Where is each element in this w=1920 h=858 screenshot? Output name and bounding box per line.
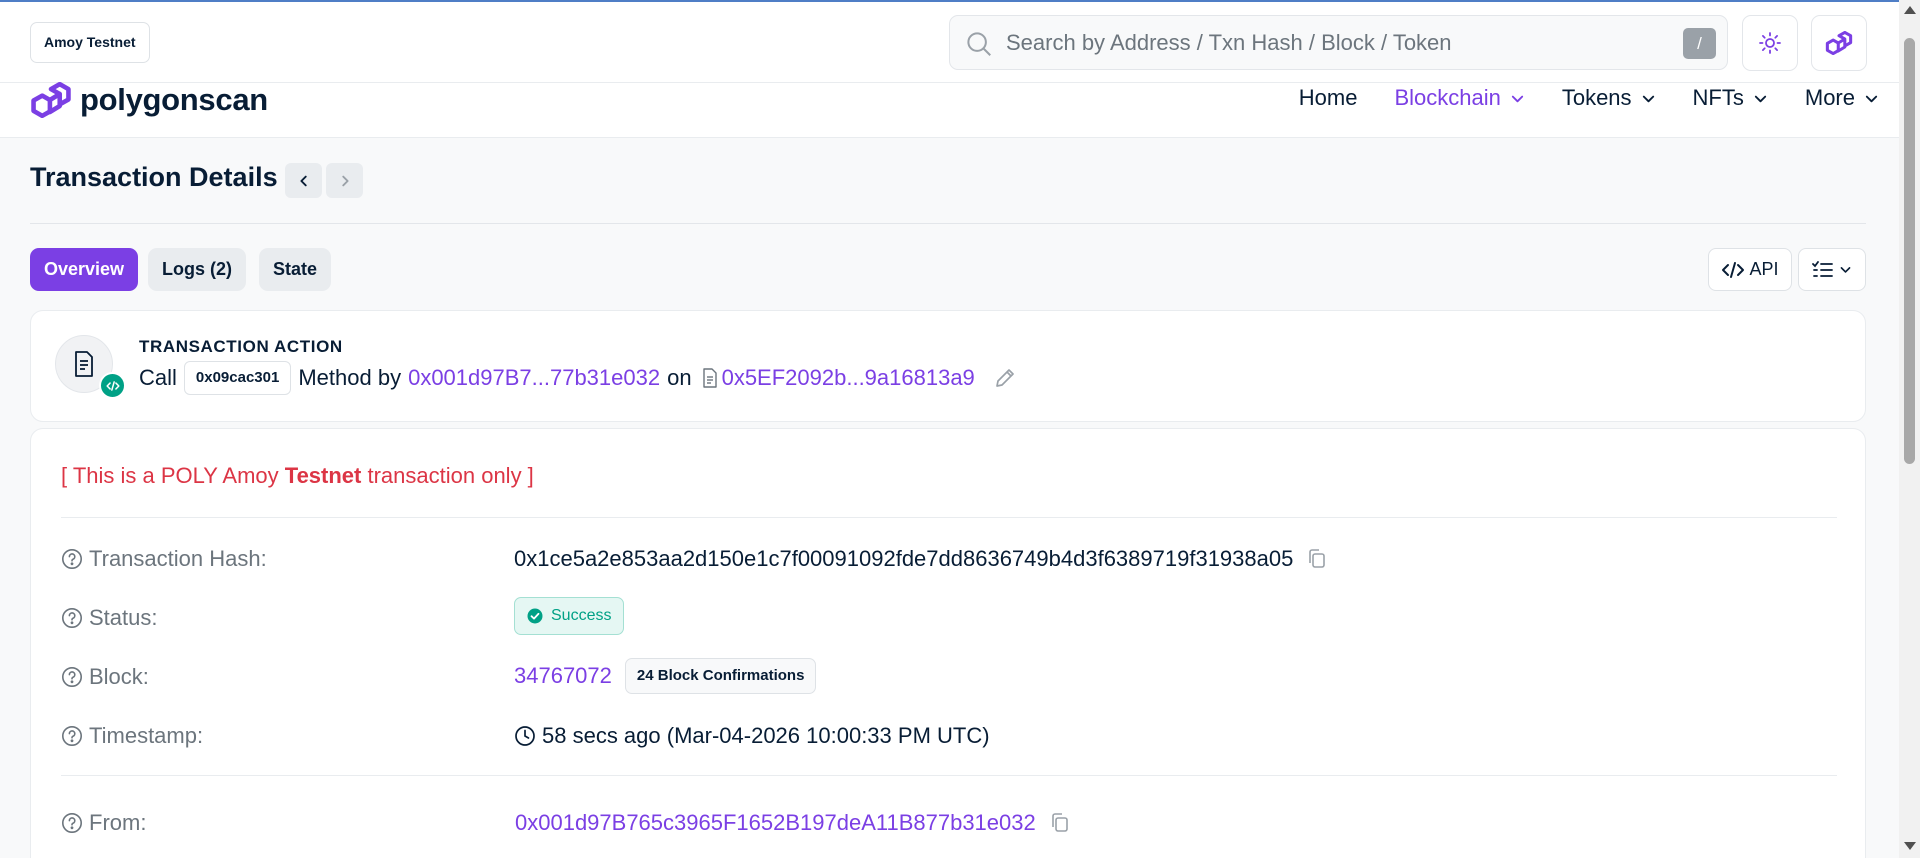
main-navbar: polygonscan Home Blockchain Tokens NFTs … <box>0 82 1899 138</box>
copy-icon[interactable] <box>1307 548 1327 570</box>
nav-item-label: NFTs <box>1692 85 1744 110</box>
clock-icon <box>515 726 535 746</box>
search-icon <box>967 32 991 56</box>
timestamp-label: Timestamp: <box>89 723 204 748</box>
scroll-up-arrow[interactable] <box>1904 6 1916 14</box>
brand-name: polygonscan <box>80 82 268 117</box>
brand-logo[interactable]: polygonscan <box>30 82 268 118</box>
status-badge-label: Success <box>551 607 612 624</box>
nav-item-home[interactable]: Home <box>1299 85 1358 111</box>
action-on-text: on <box>667 365 692 390</box>
transaction-action-summary: Call 0x09cac301 Method by 0x001d97B7...7… <box>139 361 1017 395</box>
nav-item-more[interactable]: More <box>1805 85 1879 111</box>
block-value-row: 34767072 24 Block Confirmations <box>514 658 817 694</box>
page-title: Transaction Details <box>30 162 278 192</box>
search-shortcut-key: / <box>1683 28 1716 59</box>
next-transaction-button[interactable] <box>326 163 363 198</box>
tab-state[interactable]: State <box>259 248 332 291</box>
tab-logs[interactable]: Logs (2) <box>148 248 246 291</box>
chevron-down-icon <box>1511 95 1523 102</box>
tx-hash-label: Transaction Hash: <box>89 546 267 571</box>
help-circle-icon[interactable] <box>61 666 83 688</box>
timestamp-label-row: Timestamp: <box>61 723 203 749</box>
status-label: Status: <box>89 605 158 630</box>
page-viewport: Amoy Testnet / <box>0 0 1899 858</box>
code-badge-icon <box>99 372 126 399</box>
api-button[interactable]: API <box>1708 248 1792 291</box>
nav-item-label: Tokens <box>1561 85 1632 110</box>
polygon-logo-icon <box>31 82 71 118</box>
timestamp-value-row: 58 secs ago (Mar-04-2026 10:00:33 PM UTC… <box>514 723 990 749</box>
from-address-link[interactable]: 0x001d97B765c3965F1652B197deA11B877b31e0… <box>515 810 1036 836</box>
row-divider <box>61 775 1837 776</box>
api-button-label: API <box>1749 259 1779 279</box>
action-contract-address-link[interactable]: 0x5EF2092b...9a16813a9 <box>722 365 975 391</box>
help-circle-icon[interactable] <box>61 607 83 629</box>
chevron-down-icon <box>1642 95 1654 102</box>
code-icon <box>1722 261 1745 278</box>
action-method-by-text: Method by <box>298 365 402 390</box>
network-switch-button[interactable] <box>1811 15 1867 71</box>
header-divider <box>30 223 1866 224</box>
nav-item-tokens[interactable]: Tokens <box>1562 85 1656 111</box>
nav-menu: Home Blockchain Tokens NFTs More <box>1262 83 1879 113</box>
nav-item-label: Home <box>1298 85 1358 110</box>
help-circle-icon[interactable] <box>61 725 83 747</box>
chevron-right-icon <box>341 175 349 186</box>
from-label: From: <box>89 810 147 835</box>
polygon-logo-icon <box>1825 31 1853 55</box>
status-label-row: Status: <box>61 605 157 631</box>
view-options-button[interactable] <box>1798 248 1866 291</box>
chevron-left-icon <box>299 175 307 186</box>
copy-icon[interactable] <box>1050 812 1070 834</box>
block-number-link[interactable]: 34767072 <box>514 663 612 689</box>
nav-item-blockchain[interactable]: Blockchain <box>1394 85 1524 111</box>
from-value-row: 0x001d97B765c3965F1652B197deA11B877b31e0… <box>515 810 1070 836</box>
transaction-action-heading: TRANSACTION ACTION <box>139 337 343 356</box>
nav-item-nfts[interactable]: NFTs <box>1693 85 1768 111</box>
testnet-notice: [ This is a POLY Amoy Testnet transactio… <box>61 463 534 489</box>
pencil-icon[interactable] <box>993 366 1017 390</box>
sun-icon <box>1759 32 1781 54</box>
tab-overview[interactable]: Overview <box>30 248 139 291</box>
status-badge: Success <box>514 597 625 635</box>
block-confirmations-badge: 24 Block Confirmations <box>624 658 817 694</box>
transaction-action-card: TRANSACTION ACTION Call 0x09cac301 Metho… <box>30 310 1866 422</box>
timestamp-value: 58 secs ago (Mar-04-2026 10:00:33 PM UTC… <box>542 723 990 748</box>
search-input[interactable] <box>1006 16 1626 69</box>
contract-document-icon <box>702 368 717 388</box>
chevron-down-icon <box>1840 267 1851 273</box>
scrollbar-thumb[interactable] <box>1904 38 1915 464</box>
top-bar: Amoy Testnet / <box>0 2 1899 83</box>
tx-hash-value: 0x1ce5a2e853aa2d150e1c7f00091092fde7dd86… <box>514 546 1294 571</box>
status-value-row: Success <box>514 597 625 635</box>
theme-toggle-button[interactable] <box>1742 15 1798 71</box>
check-circle-icon <box>527 608 543 624</box>
vertical-scrollbar[interactable] <box>1899 0 1920 858</box>
tx-hash-value-row: 0x1ce5a2e853aa2d150e1c7f00091092fde7dd86… <box>514 546 1327 572</box>
action-from-address-link[interactable]: 0x001d97B7...77b31e032 <box>408 365 660 391</box>
nav-item-label: Blockchain <box>1394 85 1501 110</box>
testnet-notice-prefix: [ This is a POLY Amoy <box>61 463 285 488</box>
testnet-notice-bold: Testnet <box>284 463 362 488</box>
block-label-row: Block: <box>61 664 149 690</box>
help-circle-icon[interactable] <box>61 812 83 834</box>
action-call-text: Call <box>139 365 177 390</box>
testnet-notice-suffix: transaction only ] <box>361 463 534 488</box>
transaction-details-card: [ This is a POLY Amoy Testnet transactio… <box>30 428 1866 858</box>
method-id-badge: 0x09cac301 <box>183 361 292 395</box>
tx-hash-label-row: Transaction Hash: <box>61 546 267 572</box>
network-badge[interactable]: Amoy Testnet <box>30 22 150 63</box>
previous-transaction-button[interactable] <box>285 163 322 198</box>
chevron-down-icon <box>1865 95 1878 102</box>
chevron-down-icon <box>1754 95 1766 102</box>
list-settings-icon <box>1812 260 1833 277</box>
row-divider <box>61 517 1837 518</box>
from-label-row: From: <box>61 810 146 836</box>
block-label: Block: <box>89 664 149 689</box>
help-circle-icon[interactable] <box>61 548 83 570</box>
nav-item-label: More <box>1804 85 1855 110</box>
scroll-down-arrow[interactable] <box>1904 842 1916 850</box>
search-box[interactable]: / <box>949 15 1728 70</box>
